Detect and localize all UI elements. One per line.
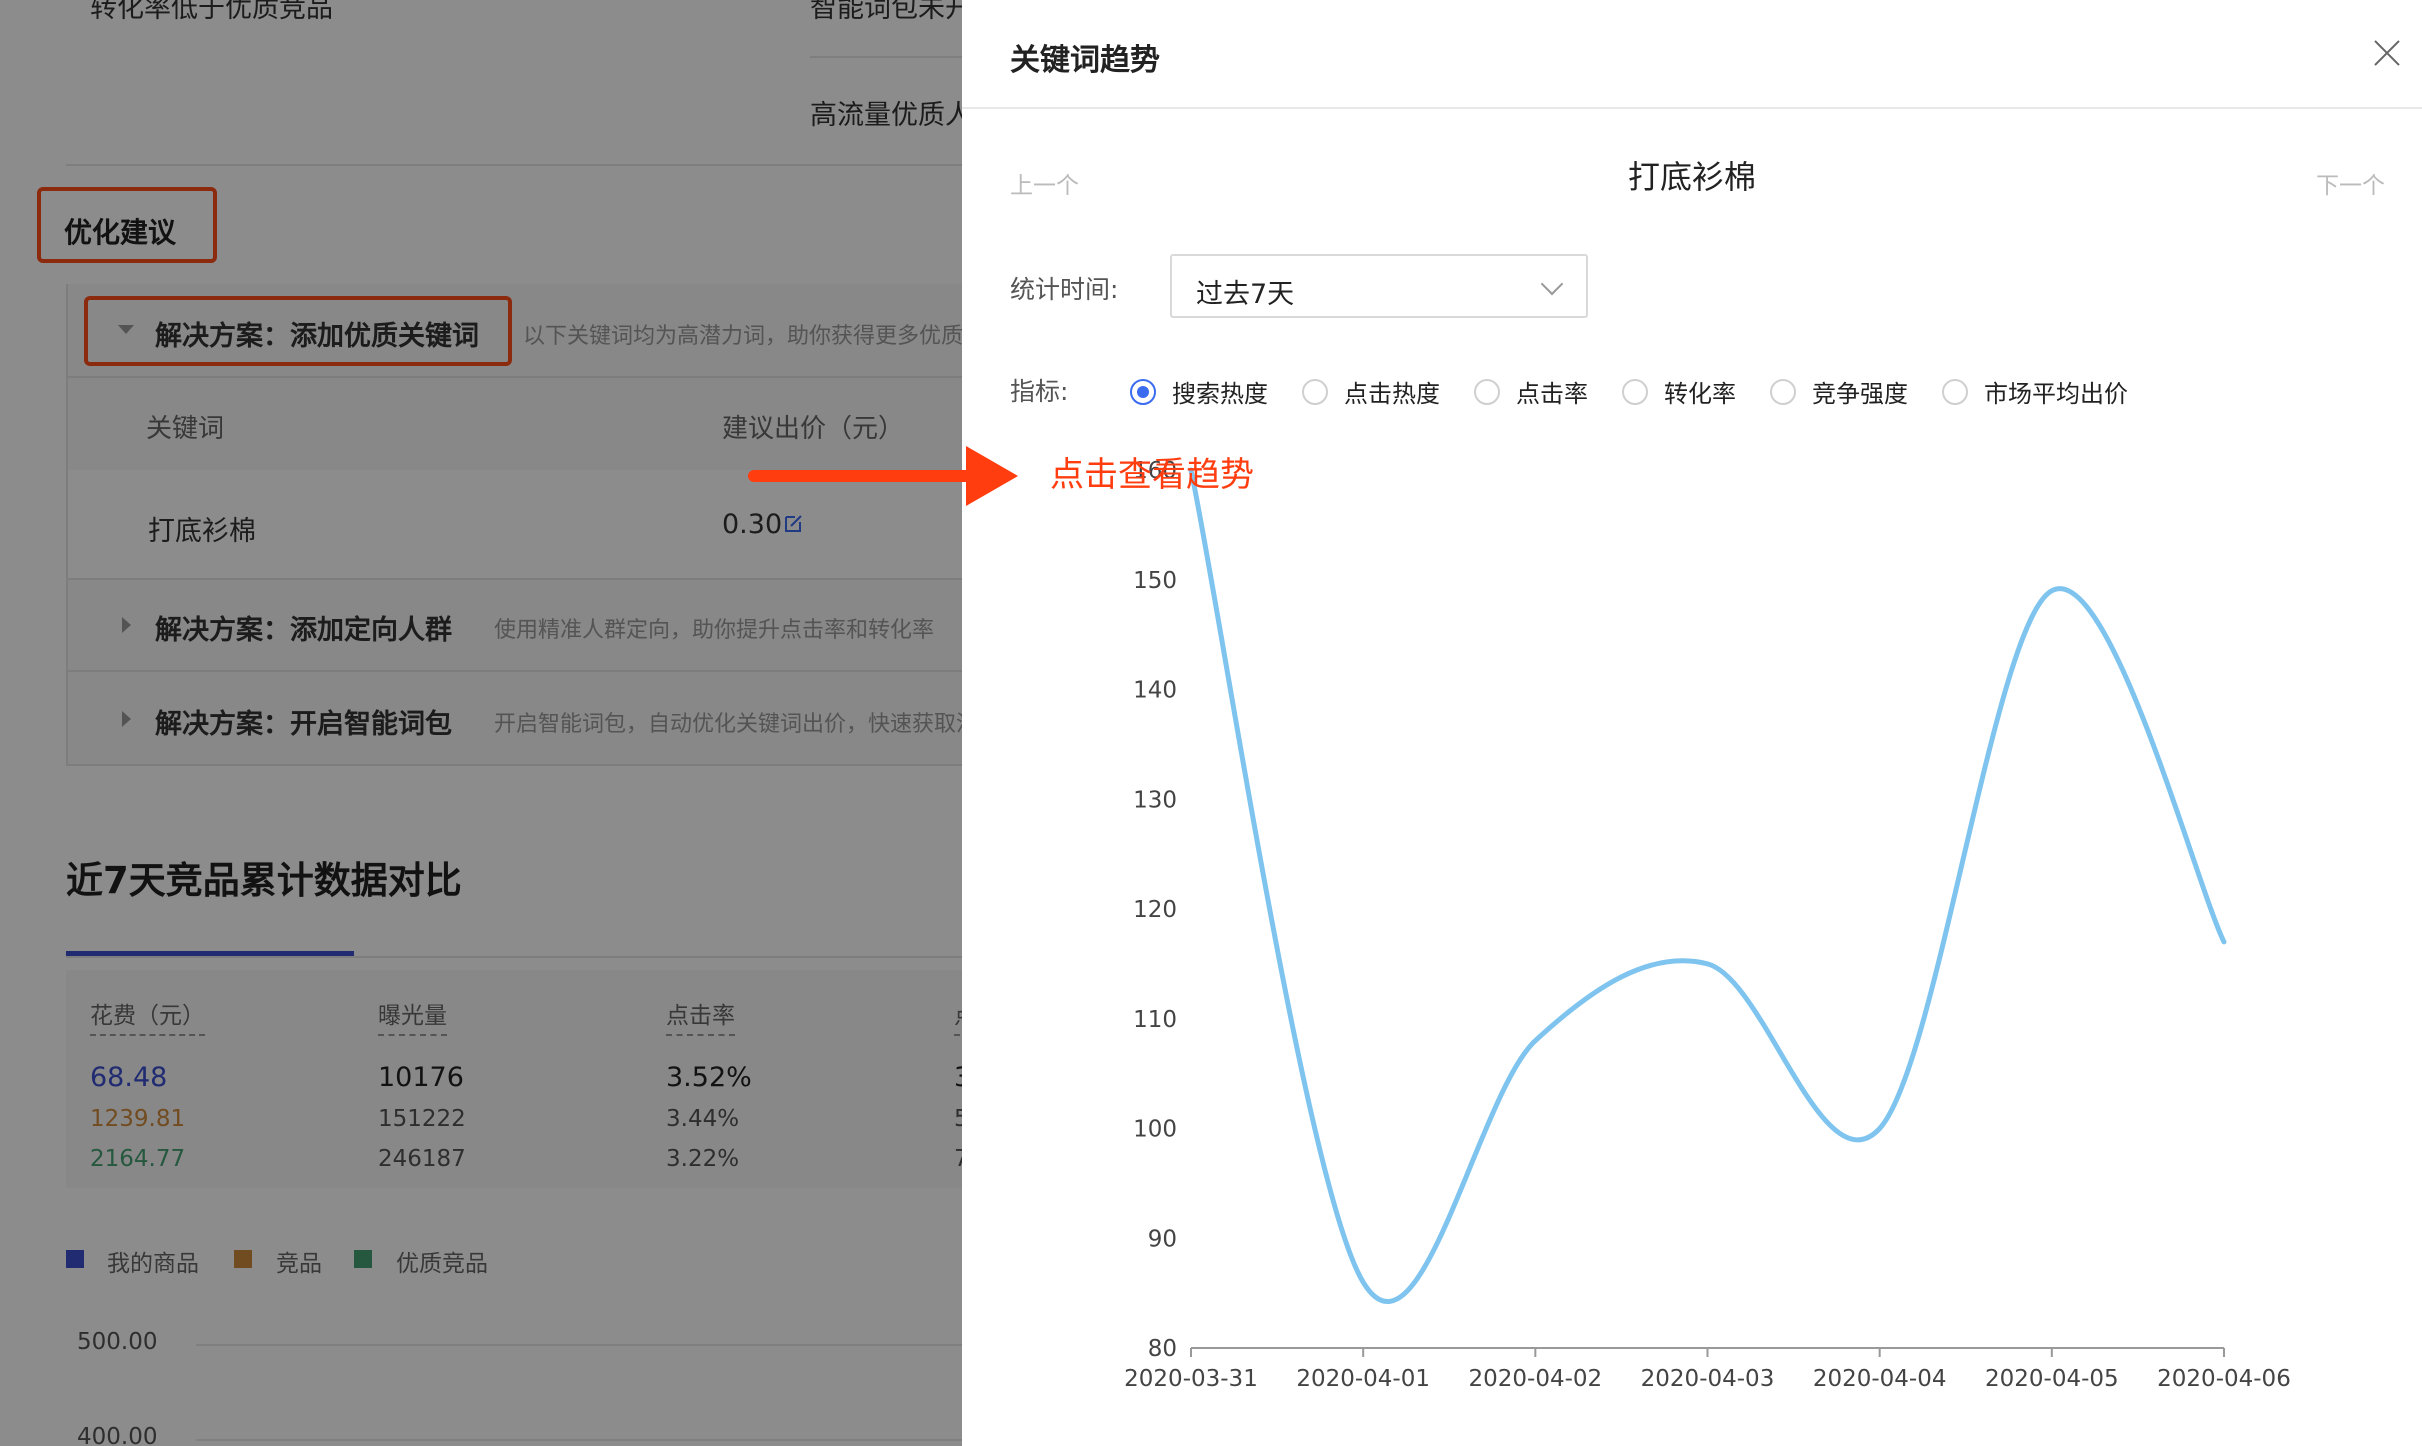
metric-label: 指标: [1010,377,1069,406]
radio-ctr[interactable]: 点击率 [1474,374,1588,409]
y-tick-label: 140 [1133,678,1177,704]
trend-chart: 8090100110120130140150160 2020-03-31 2020… [1124,458,2291,1392]
drawer-header: 关键词趋势 [962,0,2422,109]
radio-competition[interactable]: 竞争强度 [1770,374,1908,409]
radio-unchecked-icon [1302,378,1328,405]
x-tick-label: 2020-04-01 [1296,1366,1430,1392]
y-tick-label: 90 [1148,1226,1177,1252]
period-select[interactable]: 过去7天 [1170,254,1588,318]
y-tick-label: 120 [1133,897,1177,923]
x-tick-label: 2020-03-31 [1124,1366,1258,1392]
mask-overlay[interactable] [0,0,965,1446]
x-tick-label: 2020-04-06 [2157,1366,2291,1392]
annotation-text: 点击查看趋势 [1050,455,1254,495]
radio-click-heat[interactable]: 点击热度 [1302,374,1440,409]
radio-label: 点击热度 [1344,380,1440,408]
radio-unchecked-icon [1942,378,1968,405]
drawer-title: 关键词趋势 [1010,43,1160,78]
x-tick-label: 2020-04-04 [1813,1366,1947,1392]
background-page: 转化率低于优质竞品 智能词包未开 高流量优质人 优化建议 解决方案：添加优质关键… [0,0,965,1446]
radio-label: 点击率 [1516,380,1588,408]
keyword-name: 打底衫棉 [1627,158,1756,196]
radio-market-bid[interactable]: 市场平均出价 [1942,374,2128,409]
radio-unchecked-icon [1770,378,1796,405]
y-tick-label: 110 [1133,1007,1177,1033]
period-select-value: 过去7天 [1196,279,1295,310]
radio-checked-icon [1130,378,1156,405]
x-tick-label: 2020-04-05 [1985,1366,2119,1392]
radio-label: 搜索热度 [1172,380,1268,408]
y-tick-label: 100 [1133,1117,1177,1143]
y-tick-label: 80 [1148,1336,1177,1362]
close-icon[interactable] [2372,38,2402,68]
period-label: 统计时间: [1010,275,1119,304]
radio-label: 转化率 [1664,380,1736,408]
radio-unchecked-icon [1474,378,1500,405]
radio-search-heat[interactable]: 搜索热度 [1130,374,1268,409]
y-tick-label: 130 [1133,787,1177,813]
x-tick-label: 2020-04-02 [1468,1366,1602,1392]
x-tick-label: 2020-04-03 [1641,1366,1775,1392]
radio-label: 市场平均出价 [1984,380,2128,408]
radio-label: 竞争强度 [1812,380,1908,408]
chevron-down-icon [1540,272,1564,296]
radio-cvr[interactable]: 转化率 [1622,374,1736,409]
series-line [1188,467,2227,1304]
annotation-arrow [748,446,1018,506]
y-tick-label: 150 [1133,568,1177,594]
radio-unchecked-icon [1622,378,1648,405]
